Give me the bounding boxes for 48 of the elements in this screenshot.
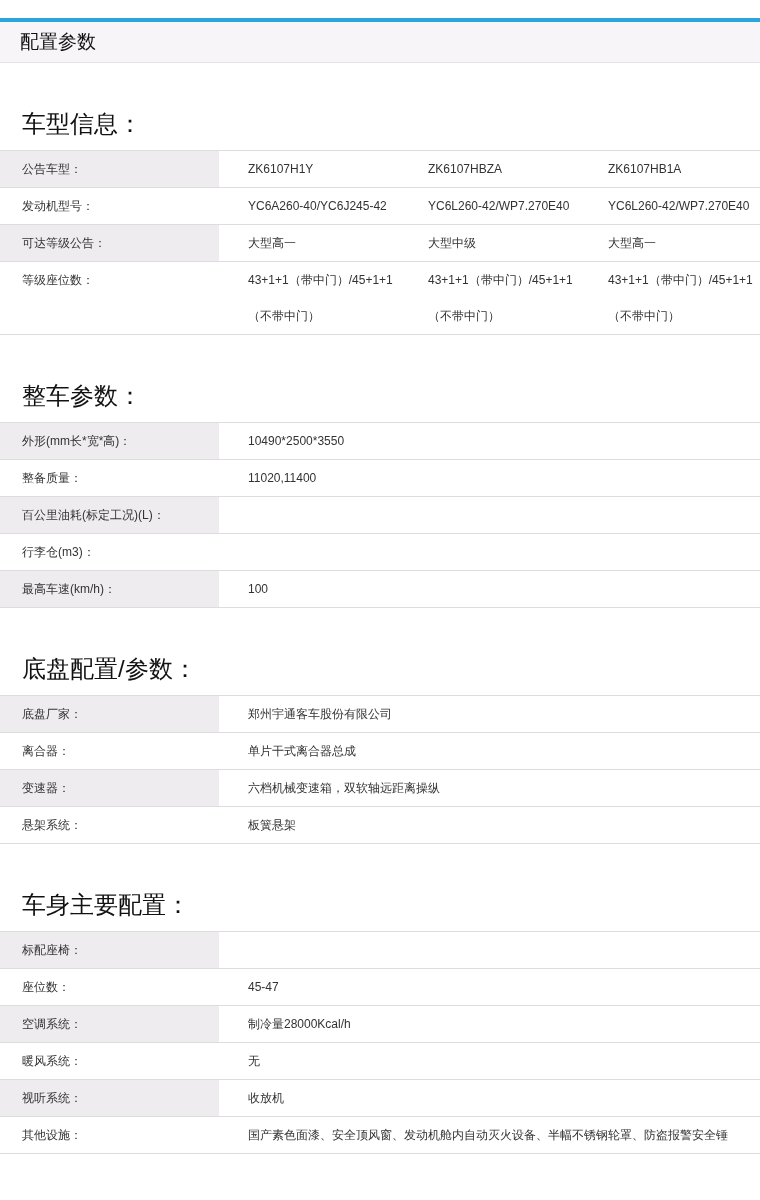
row-label: 暖风系统：: [21, 1053, 83, 1070]
table-cell-text: 郑州宇通客车股份有限公司: [248, 706, 393, 723]
row-label: 离合器：: [21, 743, 71, 760]
row-label: 整备质量：: [21, 470, 83, 487]
table-cell-text: 100: [248, 581, 270, 598]
table-cell-text: YC6L260-42/WP7.270E40: [608, 198, 751, 215]
table-cell-text: 43+1+1（带中门）/45+1+1（不带中门）: [248, 272, 394, 325]
row-label: 发动机型号：: [21, 198, 95, 215]
table-cell-text: ZK6107HB1A: [608, 161, 683, 178]
page-title: 配置参数: [20, 30, 96, 54]
row-label: 可达等级公告：: [0, 225, 219, 261]
section-title: 整车参数：: [22, 381, 143, 411]
row-label: 座位数：: [21, 979, 71, 996]
row-label: 百公里油耗(标定工况)(L)：: [0, 497, 219, 533]
table-cell-text: YC6A260-40/YC6J245-42: [248, 198, 388, 215]
section-title: 车型信息：: [22, 109, 143, 139]
section-title: 车身主要配置：: [22, 890, 191, 920]
table-cell-text: 无: [248, 1053, 261, 1070]
table-cell-text: 收放机: [248, 1090, 285, 1107]
row-label: 外形(mm长*宽*高)：: [0, 423, 219, 459]
table-cell-text: 10490*2500*3550: [248, 433, 346, 450]
table-cell-text: 国产素色面漆、安全顶风窗、发动机舱内自动灭火设备、半幅不锈钢轮罩、防盗报警安全锤: [248, 1127, 729, 1144]
table-cell-text: 大型高一: [248, 235, 297, 252]
table-cell-text: 制冷量28000Kcal/h: [248, 1016, 352, 1033]
table-cell-text: 11020,11400: [248, 470, 318, 487]
table-cell-text: 六档机械变速箱，双软轴远距离操纵: [248, 780, 441, 797]
section-title: 底盘配置/参数：: [22, 654, 198, 684]
row-label: 标配座椅：: [0, 932, 219, 968]
row-label: 行李仓(m3)：: [21, 544, 96, 561]
row-label: 空调系统：: [0, 1006, 219, 1042]
table-cell-text: 单片干式离合器总成: [248, 743, 357, 760]
table-cell-text: 板簧悬架: [248, 817, 297, 834]
row-label: 其他设施：: [21, 1127, 83, 1144]
table-cell-text: 大型高一: [608, 235, 657, 252]
table-cell-text: ZK6107HBZA: [428, 161, 504, 178]
row-label: 公告车型：: [0, 151, 219, 187]
table-cell-text: ZK6107H1Y: [248, 161, 315, 178]
row-label: 视听系统：: [0, 1080, 219, 1116]
table-cell-text: 43+1+1（带中门）/45+1+1（不带中门）: [608, 272, 754, 325]
row-label: 底盘厂家：: [0, 696, 219, 732]
table-cell-text: YC6L260-42/WP7.270E40: [428, 198, 571, 215]
row-label: 变速器：: [0, 770, 219, 806]
row-label: 等级座位数：: [21, 272, 95, 289]
table-cell-text: 大型中级: [428, 235, 477, 252]
row-label: 最高车速(km/h)：: [0, 571, 219, 607]
row-label: 悬架系统：: [21, 817, 83, 834]
table-cell-text: 43+1+1（带中门）/45+1+1（不带中门）: [428, 272, 574, 325]
table-cell-text: 45-47: [248, 979, 280, 996]
